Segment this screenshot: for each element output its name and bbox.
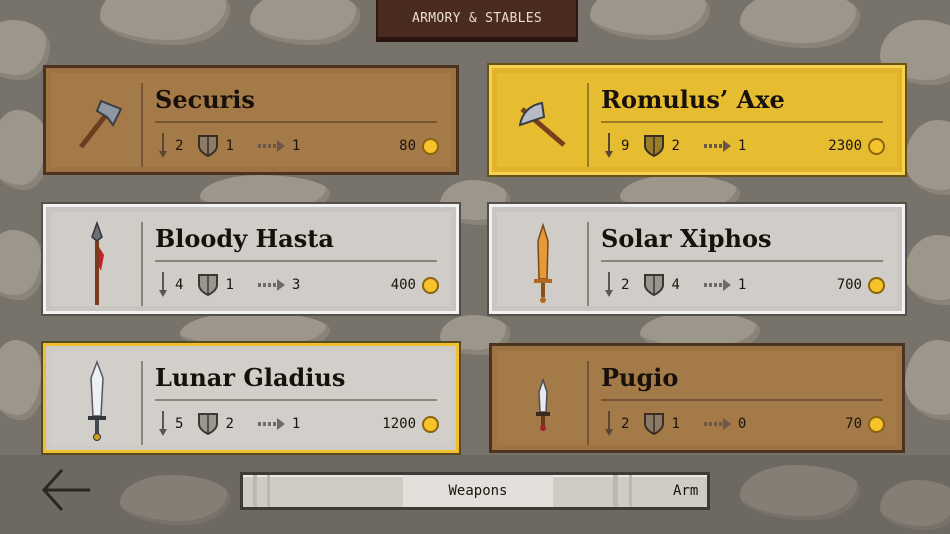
item-name: Securis (155, 85, 255, 114)
coin-icon (422, 276, 439, 294)
tab-armor-label: Arm (673, 483, 699, 499)
item-card-securis[interactable]: Securis 2 1 1 80 (43, 65, 459, 175)
coin-icon (868, 276, 885, 294)
item-card-romulus-axe[interactable]: Romulus’ Axe 9 2 1 2300 (489, 65, 905, 175)
defense-value: 4 (671, 277, 680, 293)
coin-icon (422, 415, 439, 433)
shield-icon (198, 135, 219, 158)
shield-icon (644, 274, 665, 297)
defense-value: 1 (671, 416, 680, 432)
range-value: 1 (291, 416, 301, 432)
shield-icon (198, 274, 219, 297)
attack-value: 4 (175, 277, 184, 293)
back-arrow-icon (41, 468, 90, 512)
item-name: Solar Xiphos (601, 224, 772, 253)
gladius-icon (63, 360, 131, 443)
price-value: 400 (390, 277, 416, 293)
shield-icon (644, 135, 665, 158)
spear-icon (63, 221, 131, 305)
defense-value: 2 (225, 416, 234, 432)
range-arrow-icon (257, 418, 285, 430)
price-value: 2300 (828, 138, 862, 154)
item-name: Lunar Gladius (155, 363, 346, 392)
range-arrow-icon (703, 140, 731, 152)
item-card-pugio[interactable]: Pugio 2 1 0 70 (489, 343, 905, 453)
item-name: Bloody Hasta (155, 224, 334, 253)
attack-icon (159, 411, 167, 436)
shield-icon (198, 413, 219, 436)
price-value: 1200 (382, 416, 416, 432)
coin-icon (422, 137, 439, 155)
screen-title-plaque: ARMORY & STABLES (376, 0, 578, 39)
price-value: 700 (836, 277, 862, 293)
tab-armor[interactable]: Arm (673, 475, 698, 507)
range-value: 1 (291, 138, 301, 154)
coin-icon (868, 137, 885, 155)
price-value: 80 (399, 138, 416, 154)
hatchet-icon (63, 85, 131, 165)
defense-value: 2 (671, 138, 680, 154)
attack-value: 2 (621, 277, 630, 293)
item-name: Romulus’ Axe (601, 85, 785, 114)
item-name: Pugio (601, 363, 679, 392)
defense-value: 1 (225, 138, 234, 154)
bronze-sword-icon (509, 222, 577, 304)
attack-icon (159, 133, 167, 158)
attack-icon (605, 272, 613, 297)
attack-icon (159, 272, 167, 297)
attack-icon (605, 411, 613, 436)
attack-value: 9 (621, 138, 630, 154)
price-value: 70 (845, 416, 862, 432)
defense-value: 1 (225, 277, 234, 293)
attack-value: 5 (175, 416, 184, 432)
attack-icon (605, 133, 613, 158)
screen-title: ARMORY & STABLES (411, 11, 543, 26)
range-value: 1 (737, 277, 747, 293)
tab-weapons-label: Weapons (448, 483, 508, 499)
range-value: 0 (737, 416, 747, 432)
coin-icon (868, 415, 885, 433)
item-card-bloody-hasta[interactable]: Bloody Hasta 4 1 3 400 (43, 204, 459, 314)
item-card-solar-xiphos[interactable]: Solar Xiphos 2 4 1 700 (489, 204, 905, 314)
range-arrow-icon (257, 279, 285, 291)
shield-icon (644, 413, 665, 436)
item-card-lunar-gladius[interactable]: Lunar Gladius 5 2 1 1200 (43, 343, 459, 453)
category-tab-bar[interactable]: Weapons Arm (240, 472, 710, 510)
tab-weapons[interactable]: Weapons (403, 475, 553, 507)
range-value: 1 (737, 138, 747, 154)
dagger-icon (509, 363, 577, 443)
range-arrow-icon (257, 140, 285, 152)
back-button[interactable] (40, 466, 94, 514)
attack-value: 2 (621, 416, 630, 432)
battle-axe-icon (509, 85, 577, 165)
range-arrow-icon (703, 418, 731, 430)
range-arrow-icon (703, 279, 731, 291)
range-value: 3 (291, 277, 301, 293)
attack-value: 2 (175, 138, 184, 154)
